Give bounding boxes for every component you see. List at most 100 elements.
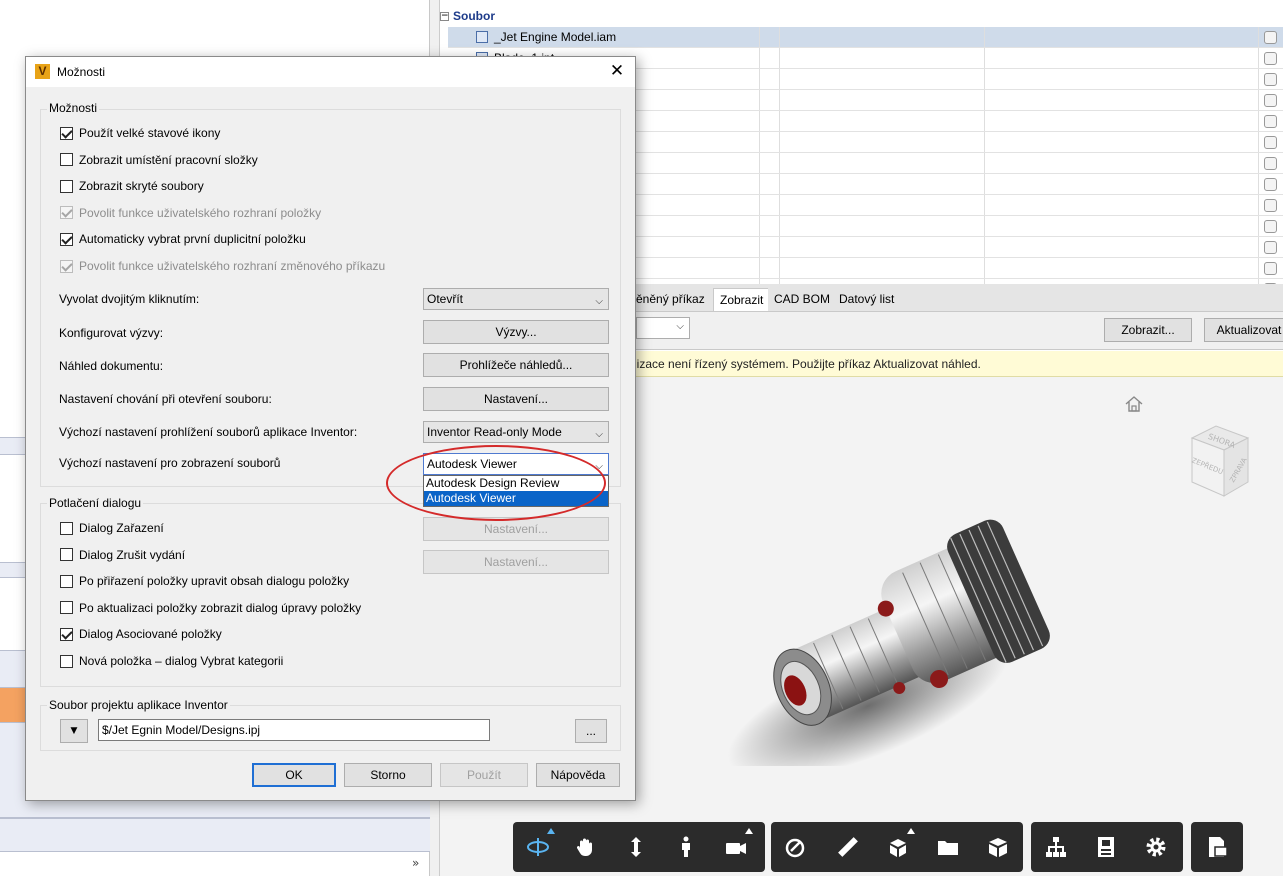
aktualizovat-button[interactable]: Aktualizovat xyxy=(1204,318,1283,342)
row-checkbox[interactable] xyxy=(1264,220,1277,233)
model-toolbar xyxy=(1031,822,1183,872)
cancel-button[interactable]: Storno xyxy=(344,763,432,787)
categorize-settings-button[interactable]: Nastavení... xyxy=(423,517,609,541)
row-checkbox[interactable] xyxy=(1264,52,1277,65)
checkbox[interactable] xyxy=(60,179,73,193)
checkbox[interactable] xyxy=(60,548,73,562)
column-divider xyxy=(984,174,985,194)
browse-button[interactable]: ... xyxy=(575,719,607,743)
row-checkbox[interactable] xyxy=(1264,178,1277,191)
suppress-checkbox-4[interactable]: Po aktualizaci položky zobrazit dialog ú… xyxy=(60,600,361,616)
inventor-viewer-label: Výchozí nastavení prohlížení souborů apl… xyxy=(59,425,358,439)
preview-viewers-button[interactable]: Prohlížeče náhledů... xyxy=(423,353,609,377)
column-divider xyxy=(759,69,760,89)
option-checkbox-4[interactable]: Povolit funkce uživatelského rozhraní po… xyxy=(60,205,321,221)
options-group-label: Možnosti xyxy=(47,101,100,115)
checkbox-label: Automaticky vybrat první duplicitní polo… xyxy=(79,232,306,247)
suppress-checkbox-5[interactable]: Dialog Asociované položky xyxy=(60,626,222,642)
box-icon[interactable] xyxy=(983,832,1013,862)
project-path-field[interactable]: $/Jet Egnin Model/Designs.ipj xyxy=(98,719,490,741)
structure-tree-icon[interactable] xyxy=(1041,832,1071,862)
suppress-checkbox-2[interactable]: Dialog Zrušit vydání xyxy=(60,547,185,563)
navigation-toolbar xyxy=(513,822,765,872)
row-checkbox[interactable] xyxy=(1264,241,1277,254)
close-icon[interactable]: ✕ xyxy=(607,61,627,81)
checkbox[interactable] xyxy=(60,574,73,588)
checkbox[interactable] xyxy=(60,521,73,535)
checkbox[interactable] xyxy=(60,654,73,668)
viewcube-icon[interactable]: SHORA ZEPŘEDU ZPRAVA xyxy=(1188,418,1252,498)
suppress-checkbox-6[interactable]: Nová položka – dialog Vybrat kategorii xyxy=(60,653,283,669)
tab-data-sheet[interactable]: Datový list xyxy=(833,288,901,311)
tab-view[interactable]: Zobrazit xyxy=(713,288,771,311)
home-icon[interactable] xyxy=(1124,395,1144,413)
double-click-select[interactable]: Otevřít ⌵ xyxy=(423,288,609,310)
group-header[interactable]: − Soubor xyxy=(440,6,495,26)
column-divider xyxy=(779,48,780,68)
row-checkbox[interactable] xyxy=(1264,115,1277,128)
left-pane-selection[interactable] xyxy=(0,688,26,722)
file-name: _Jet Engine Model.iam xyxy=(494,30,617,44)
zobrazit-button[interactable]: Zobrazit... xyxy=(1104,318,1192,342)
option-checkbox-1[interactable]: Použít velké stavové ikony xyxy=(60,125,220,141)
row-checkbox[interactable] xyxy=(1264,157,1277,170)
properties-icon[interactable] xyxy=(1091,832,1121,862)
row-checkbox[interactable] xyxy=(1264,94,1277,107)
option-checkbox-3[interactable]: Zobrazit skryté soubory xyxy=(60,178,204,194)
pan-hand-icon[interactable] xyxy=(571,832,601,862)
column-divider xyxy=(1258,153,1259,173)
checkbox-label: Po přiřazení položky upravit obsah dialo… xyxy=(79,574,350,589)
checkbox[interactable] xyxy=(60,259,73,273)
camera-icon[interactable] xyxy=(721,828,753,862)
help-button[interactable]: Nápověda xyxy=(536,763,620,787)
chevron-down-icon: ⌵ xyxy=(595,296,603,307)
column-divider xyxy=(759,174,760,194)
project-dropdown-button[interactable]: ▼ xyxy=(60,719,88,743)
open-behavior-button[interactable]: Nastavení... xyxy=(423,387,609,411)
checkbox[interactable] xyxy=(60,232,73,246)
checkbox[interactable] xyxy=(60,627,73,641)
export-icon[interactable] xyxy=(1202,832,1232,862)
column-divider xyxy=(759,195,760,215)
tab-cad-bom[interactable]: CAD BOM xyxy=(768,288,837,311)
option-checkbox-6[interactable]: Povolit funkce uživatelského rozhraní zm… xyxy=(60,258,385,274)
row-checkbox[interactable] xyxy=(1264,136,1277,149)
option-checkbox-2[interactable]: Zobrazit umístění pracovní složky xyxy=(60,152,258,168)
inventor-viewer-select[interactable]: Inventor Read-only Mode ⌵ xyxy=(423,421,609,443)
orbit-icon[interactable] xyxy=(523,828,555,862)
row-checkbox[interactable] xyxy=(1264,199,1277,212)
row-checkbox[interactable] xyxy=(1264,31,1277,44)
checkbox[interactable] xyxy=(60,601,73,615)
column-divider xyxy=(1258,48,1259,68)
row-checkbox[interactable] xyxy=(1264,262,1277,275)
dialog-titlebar[interactable]: V Možnosti ✕ xyxy=(26,57,635,87)
collapse-icon[interactable]: − xyxy=(440,11,449,21)
jet-engine-model[interactable] xyxy=(728,496,1068,766)
view-select[interactable]: ⌵ xyxy=(636,317,690,339)
checkbox-label: Dialog Zařazení xyxy=(79,521,164,535)
expand-chevron-icon[interactable]: » xyxy=(412,856,419,870)
checkbox[interactable] xyxy=(60,206,73,220)
folder-icon[interactable] xyxy=(933,832,963,862)
option-checkbox-5[interactable]: Automaticky vybrat první duplicitní polo… xyxy=(60,231,306,247)
checkbox-label: Zobrazit skryté soubory xyxy=(79,179,204,194)
zoom-icon[interactable] xyxy=(621,832,651,862)
row-checkbox[interactable] xyxy=(1264,73,1277,86)
open-behavior-label: Nastavení chování při otevření souboru: xyxy=(59,392,272,406)
ruler-icon[interactable] xyxy=(833,832,863,862)
prompts-button[interactable]: Výzvy... xyxy=(423,320,609,344)
suppress-checkbox-3[interactable]: Po přiřazení položky upravit obsah dialo… xyxy=(60,573,349,589)
first-person-icon[interactable] xyxy=(671,832,701,862)
explode-icon[interactable] xyxy=(883,828,915,862)
table-row[interactable]: _Jet Engine Model.iam xyxy=(448,27,1283,48)
column-divider xyxy=(984,132,985,152)
settings-gear-icon[interactable] xyxy=(1141,832,1171,862)
checkbox[interactable] xyxy=(60,126,73,140)
apply-button[interactable]: Použít xyxy=(440,763,528,787)
suppress-checkbox-1[interactable]: Dialog Zařazení xyxy=(60,520,164,536)
measure-tape-icon[interactable] xyxy=(781,832,811,862)
undo-release-settings-button[interactable]: Nastavení... xyxy=(423,550,609,574)
checkbox[interactable] xyxy=(60,153,73,167)
ok-button[interactable]: OK xyxy=(252,763,336,787)
tab-change-order[interactable]: ěněný příkaz xyxy=(630,288,711,311)
